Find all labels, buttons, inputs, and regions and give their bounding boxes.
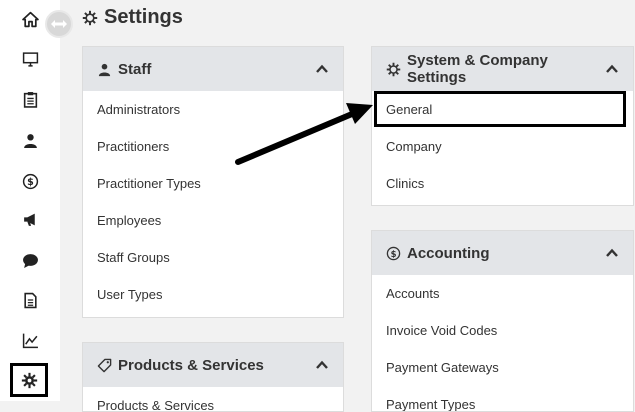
double-arrow-icon [51, 20, 67, 28]
accounting-panel-header[interactable]: $ Accounting [372, 231, 633, 275]
page-title-text: Settings [104, 6, 183, 28]
system-link-company[interactable]: Company [372, 128, 633, 165]
products-panel: Products & Services Products & Services [82, 342, 344, 412]
staff-panel-header[interactable]: Staff [83, 47, 343, 91]
chevron-up-icon[interactable] [315, 358, 329, 372]
staff-link-user-types[interactable]: User Types [83, 276, 343, 313]
sidebar-collapse-toggle[interactable] [45, 10, 73, 38]
gear-icon[interactable] [10, 363, 48, 397]
accounting-panel: $ Accounting Accounts Invoice Void Codes… [371, 230, 634, 412]
tag-icon [97, 358, 112, 373]
products-panel-title: Products & Services [118, 356, 264, 374]
gear-icon [386, 62, 401, 77]
system-panel-header[interactable]: System & Company Settings [372, 47, 633, 91]
accounting-link-accounts[interactable]: Accounts [372, 275, 633, 312]
megaphone-icon[interactable] [12, 204, 48, 234]
staff-panel-title: Staff [118, 60, 152, 78]
sidebar: $ [0, 0, 60, 401]
svg-text:$: $ [27, 177, 34, 188]
settings-gear-icon [82, 10, 98, 26]
products-panel-header[interactable]: Products & Services [83, 343, 343, 387]
staff-link-employees[interactable]: Employees [83, 202, 343, 239]
system-panel-title: System & Company Settings [407, 52, 548, 86]
home-icon[interactable] [12, 4, 48, 34]
accounting-link-invoice-void-codes[interactable]: Invoice Void Codes [372, 312, 633, 349]
chevron-up-icon[interactable] [605, 246, 619, 260]
products-link-products-services[interactable]: Products & Services [83, 387, 343, 411]
staff-icon[interactable] [12, 125, 48, 155]
system-link-general[interactable]: General [372, 91, 633, 128]
accounting-link-payment-gateways[interactable]: Payment Gateways [372, 349, 633, 386]
staff-icon [97, 62, 112, 77]
staff-link-administrators[interactable]: Administrators [83, 91, 343, 128]
staff-link-practitioner-types[interactable]: Practitioner Types [83, 165, 343, 202]
document-icon[interactable] [12, 285, 48, 315]
chart-icon[interactable] [12, 325, 48, 355]
staff-link-practitioners[interactable]: Practitioners [83, 128, 343, 165]
chat-icon[interactable] [12, 245, 48, 275]
dollar-icon[interactable]: $ [12, 166, 48, 196]
dollar-icon: $ [386, 246, 401, 261]
staff-panel: Staff Administrators Practitioners Pract… [82, 46, 344, 318]
system-link-clinics[interactable]: Clinics [372, 165, 633, 202]
clipboard-icon[interactable] [12, 84, 48, 114]
staff-link-staff-groups[interactable]: Staff Groups [83, 239, 343, 276]
system-panel: System & Company Settings General Compan… [371, 46, 634, 206]
accounting-panel-title: Accounting [407, 244, 490, 262]
chevron-up-icon[interactable] [315, 62, 329, 76]
page-title: Settings [82, 6, 183, 29]
svg-text:$: $ [391, 248, 397, 258]
monitor-icon[interactable] [12, 44, 48, 74]
accounting-link-payment-types[interactable]: Payment Types [372, 386, 633, 411]
chevron-up-icon[interactable] [605, 62, 619, 76]
